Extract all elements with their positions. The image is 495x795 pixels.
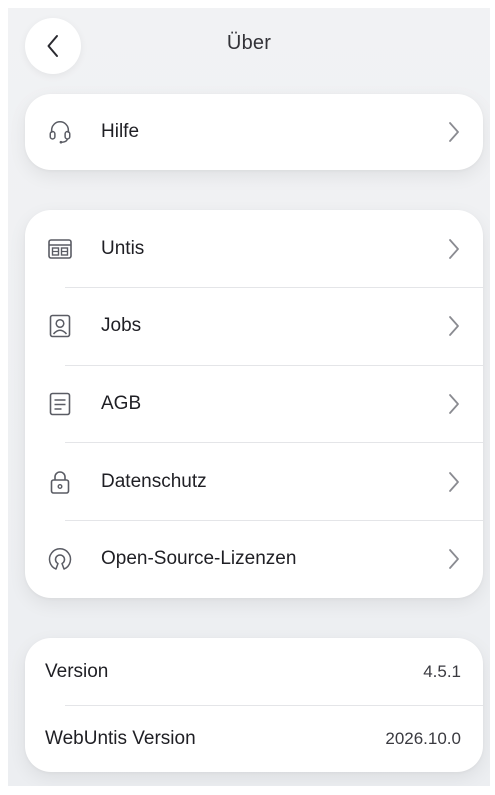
chevron-right-icon [449,471,459,492]
version-label: Version [45,660,109,682]
page-title: Über [226,32,272,54]
version-row: Version 4.5.1 [25,638,483,705]
list-item-datenschutz[interactable]: Datenschutz [25,443,483,521]
open-source-icon [47,546,73,572]
chevron-right-icon [449,316,459,337]
person-badge-icon [47,313,73,339]
version-value: 4.5.1 [423,661,461,681]
chevron-right-icon [449,122,459,142]
lock-icon [47,469,73,495]
chevron-right-icon [449,549,459,570]
list-item-open-source[interactable]: Open-Source-Lizenzen [25,520,483,598]
webuntis-version-label: WebUntis Version [45,727,196,749]
list-item-label: Open-Source-Lizenzen [101,548,297,570]
links-card: Untis Jobs AGB Datenschutz Open-Source-L… [25,210,483,598]
list-item-agb[interactable]: AGB [25,365,483,443]
webuntis-version-row: WebUntis Version 2026.10.0 [25,705,483,772]
chevron-right-icon [449,238,459,259]
chevron-right-icon [449,394,459,414]
list-item-untis[interactable]: Untis [25,210,483,288]
list-item-jobs[interactable]: Jobs [25,288,483,366]
list-item-label: Jobs [101,315,142,337]
webuntis-version-value: 2026.10.0 [385,728,461,748]
version-card: Version 4.5.1 WebUntis Version 2026.10.0 [25,638,483,772]
list-item-label: Datenschutz [101,470,207,492]
headset-icon [47,119,73,145]
untis-grid-icon [47,236,73,262]
document-icon [47,391,73,417]
about-screen: Über Hilfe Untis Jobs AGB Datenschutz Op… [8,8,490,786]
header: Über [8,8,490,84]
list-item-label: Untis [101,237,145,259]
help-row[interactable]: Hilfe [25,94,483,170]
list-item-label: AGB [101,392,142,414]
help-card: Hilfe [25,94,483,170]
help-label: Hilfe [101,121,140,142]
